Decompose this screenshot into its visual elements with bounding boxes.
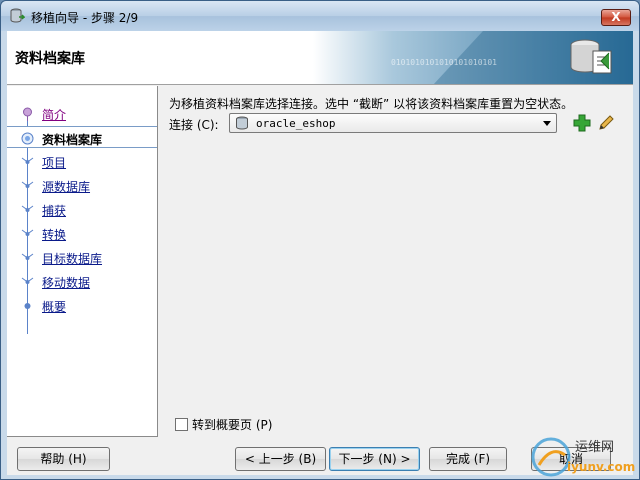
skip-label: 转到概要页 (P) (192, 418, 273, 432)
watermark-line2: iyunv.com (567, 460, 635, 474)
step-item[interactable]: 转换 (7, 222, 157, 244)
skip-to-summary-checkbox[interactable]: 转到概要页 (P) (175, 416, 272, 433)
step-node-icon (21, 202, 34, 217)
step-item[interactable]: 资料档案库 (7, 126, 157, 148)
banner-graphic: 0101010101010101010101 (313, 31, 633, 84)
next-button[interactable]: 下一步 (N) > (329, 447, 420, 471)
step-item[interactable]: 项目 (7, 150, 157, 172)
help-button[interactable]: 帮助 (H) (17, 447, 110, 471)
step-node-icon (21, 250, 34, 265)
edit-pencil-icon[interactable] (597, 114, 615, 132)
connection-label: 连接 (C): (169, 118, 219, 132)
connection-value: oracle_eshop (256, 117, 336, 130)
instruction-text: 为移植资料档案库选择连接。选中 “截断” 以将该资料档案库重置为空状态。 (169, 97, 574, 111)
step-node-icon (21, 154, 34, 169)
watermark-logo: 运维网 iyunv.com (531, 437, 635, 477)
step-visited-icon (23, 107, 32, 121)
add-connection-icon[interactable] (573, 114, 591, 132)
main-panel: 为移植资料档案库选择连接。选中 “截断” 以将该资料档案库重置为空状态。 连接 … (159, 86, 633, 437)
step-label: 转换 (42, 228, 67, 242)
dialog-client: 资料档案库 0101010101010101010101 简介 资料档案库 项目… (7, 31, 633, 475)
step-label: 捕获 (42, 204, 67, 218)
step-label: 移动数据 (42, 276, 91, 290)
page-title: 资料档案库 (15, 51, 85, 67)
step-end-icon (24, 298, 31, 309)
step-label: 源数据库 (42, 180, 91, 194)
step-label: 资料档案库 (42, 133, 103, 147)
chevron-down-icon (543, 121, 551, 126)
title-bar[interactable]: 移植向导 - 步骤 2/9 X (1, 1, 639, 31)
wizard-window: 移植向导 - 步骤 2/9 X 资料档案库 010101010101010101… (0, 0, 640, 480)
step-item[interactable]: 移动数据 (7, 270, 157, 292)
window-title: 移植向导 - 步骤 2/9 (31, 11, 139, 25)
step-node-icon (21, 274, 34, 289)
connection-dropdown[interactable]: oracle_eshop (229, 113, 557, 133)
step-item[interactable]: 概要 (7, 294, 157, 316)
close-button[interactable]: X (601, 9, 631, 26)
step-node-icon (21, 226, 34, 241)
banner-binary-text: 0101010101010101010101 (391, 58, 497, 67)
step-current-icon (21, 132, 34, 145)
finish-button[interactable]: 完成 (F) (429, 447, 507, 471)
step-label: 概要 (42, 300, 67, 314)
step-list: 简介资料档案库项目源数据库捕获 转换目标数据库移动数据概要 (7, 86, 158, 346)
step-item[interactable]: 源数据库 (7, 174, 157, 196)
back-button[interactable]: < 上一步 (B) (235, 447, 326, 471)
step-item[interactable]: 目标数据库 (7, 246, 157, 268)
database-icon (236, 116, 248, 130)
header-banner: 资料档案库 0101010101010101010101 (7, 31, 633, 85)
step-item[interactable]: 捕获 (7, 198, 157, 220)
step-label: 目标数据库 (42, 252, 103, 266)
step-item[interactable]: 简介 (7, 102, 157, 124)
step-node-icon (21, 178, 34, 193)
watermark-line1: 运维网 (575, 440, 614, 455)
database-app-icon (10, 8, 25, 23)
checkbox-box[interactable] (175, 418, 188, 431)
step-navigator: 简介资料档案库项目源数据库捕获 转换目标数据库移动数据概要 (7, 86, 158, 437)
step-label: 项目 (42, 156, 67, 170)
step-label: 简介 (42, 108, 67, 122)
